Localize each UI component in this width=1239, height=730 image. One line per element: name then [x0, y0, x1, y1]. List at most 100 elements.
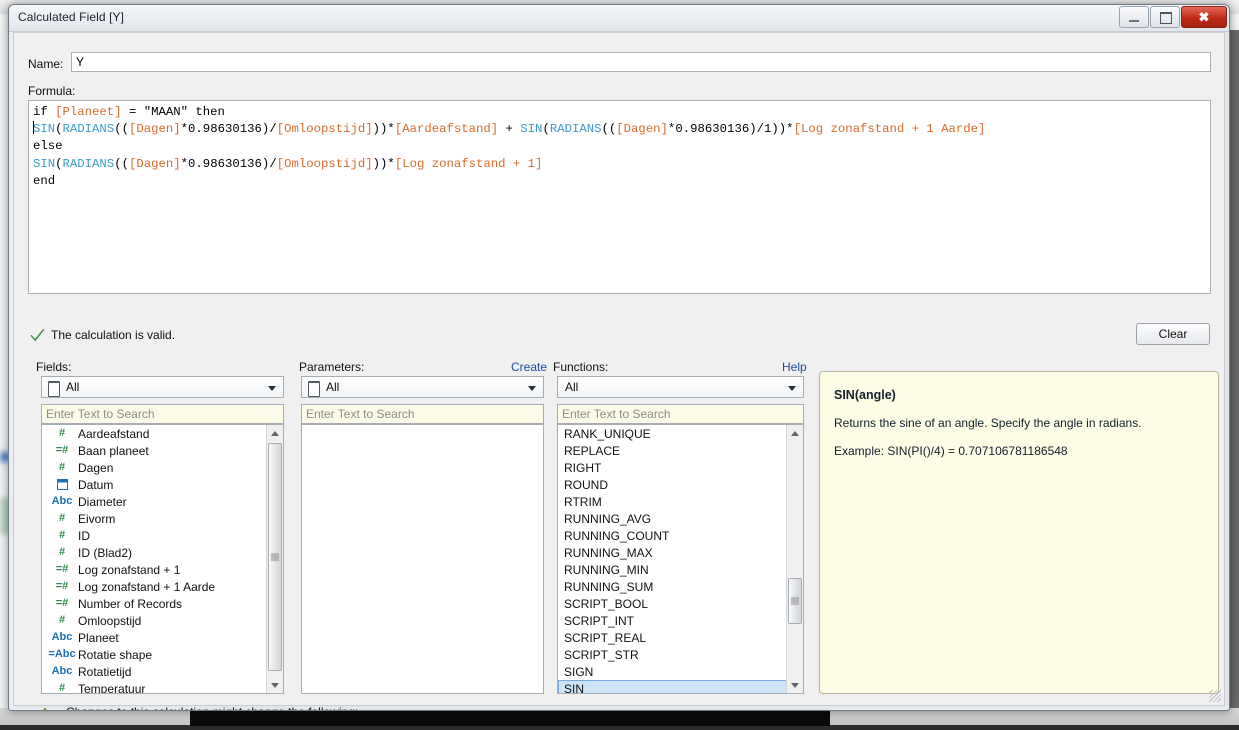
dependency-warning-text: Changes to this calculation might change…: [66, 705, 358, 710]
fields-list-item[interactable]: =# Log zonafstand + 1 Aarde: [42, 578, 267, 595]
functions-list-item[interactable]: RANK_UNIQUE: [558, 425, 787, 442]
functions-list-item[interactable]: SCRIPT_INT: [558, 612, 787, 629]
fields-list-item-label: Dagen: [78, 460, 114, 475]
fields-list-item[interactable]: Abc Rotatietijd: [42, 663, 267, 680]
fields-list-item[interactable]: Abc Diameter: [42, 493, 267, 510]
fields-list-item-label: Baan planeet: [78, 443, 149, 458]
functions-filter-dropdown[interactable]: All: [557, 376, 804, 398]
fields-search-input[interactable]: [41, 404, 284, 424]
fields-list-item-label: Log zonafstand + 1: [78, 562, 181, 577]
fields-filter-dropdown[interactable]: All: [41, 376, 284, 398]
fields-list-item-label: Rotatie shape: [78, 647, 153, 662]
fields-list-item[interactable]: =Abc Rotatie shape: [42, 646, 267, 663]
functions-list-item-label: SCRIPT_BOOL: [564, 596, 649, 611]
functions-list-item[interactable]: SCRIPT_BOOL: [558, 595, 787, 612]
number-icon: #: [58, 461, 66, 473]
fields-list-item[interactable]: =# Number of Records: [42, 595, 267, 612]
name-label: Name:: [28, 57, 64, 71]
functions-list-item[interactable]: RUNNING_MAX: [558, 544, 787, 561]
functions-list-item-label: RANK_UNIQUE: [564, 426, 651, 441]
close-icon: ✖: [1198, 9, 1210, 25]
fields-list-item[interactable]: # Eivorm: [42, 510, 267, 527]
fields-list-item[interactable]: # ID (Blad2): [42, 544, 267, 561]
fields-list-item[interactable]: # Dagen: [42, 459, 267, 476]
scroll-up-icon[interactable]: [267, 425, 283, 441]
dialog-titlebar[interactable]: Calculated Field [Y] ✖: [9, 5, 1229, 32]
minimize-button[interactable]: [1119, 6, 1149, 28]
number-icon: #: [58, 529, 66, 541]
functions-list-item[interactable]: SCRIPT_REAL: [558, 629, 787, 646]
function-help-description: Returns the sine of an angle. Specify th…: [834, 416, 1142, 430]
fields-list-item[interactable]: # ID: [42, 527, 267, 544]
functions-list-item[interactable]: REPLACE: [558, 442, 787, 459]
clear-button[interactable]: Clear: [1136, 323, 1210, 345]
fields-list-item-label: Log zonafstand + 1 Aarde: [78, 579, 216, 594]
calculated-number-icon: =#: [55, 597, 69, 609]
functions-list-item-selected[interactable]: SIN: [558, 680, 787, 693]
validation-row: The calculation is valid.: [30, 328, 175, 342]
fields-list[interactable]: # Aardeafstand =# Baan planeet # Dagen Datum Ab…: [41, 424, 284, 694]
functions-list-item[interactable]: ROUND: [558, 476, 787, 493]
fields-list-item[interactable]: # Aardeafstand: [42, 425, 267, 442]
functions-list-item[interactable]: RUNNING_AVG: [558, 510, 787, 527]
parameters-list[interactable]: [301, 424, 544, 694]
fields-list-item-label: Diameter: [78, 494, 127, 509]
scrollbar-thumb[interactable]: [788, 578, 802, 624]
fields-list-item[interactable]: =# Baan planeet: [42, 442, 267, 459]
string-icon: Abc: [51, 665, 73, 677]
functions-list-item[interactable]: RTRIM: [558, 493, 787, 510]
functions-list-item[interactable]: RUNNING_COUNT: [558, 527, 787, 544]
fields-list-item[interactable]: # Temperatuur: [42, 680, 267, 694]
functions-list-item[interactable]: SIGN: [558, 663, 787, 680]
create-parameter-link[interactable]: Create: [511, 360, 547, 374]
function-help-title: SIN(angle): [834, 388, 896, 402]
fields-list-item[interactable]: =# Log zonafstand + 1: [42, 561, 267, 578]
name-input[interactable]: [71, 52, 1211, 72]
fields-list-item-label: Aardeafstand: [78, 426, 150, 441]
fields-list-item[interactable]: Datum: [42, 476, 267, 493]
functions-list-item[interactable]: RIGHT: [558, 459, 787, 476]
functions-list-item[interactable]: RUNNING_MIN: [558, 561, 787, 578]
formula-code: if [Planeet] = "MAAN" then SIN(RADIANS((…: [33, 105, 986, 188]
fields-list-item-label: Number of Records: [78, 596, 183, 611]
window-controls: ✖: [1118, 6, 1227, 28]
functions-list-scrollbar[interactable]: [786, 425, 803, 693]
function-help-example: Example: SIN(PI()/4) = 0.707106781186548: [834, 444, 1068, 458]
maximize-button[interactable]: [1150, 6, 1180, 28]
chevron-down-icon: [788, 386, 796, 391]
functions-list[interactable]: RANK_UNIQUE REPLACE RIGHT ROUND RTRIM RUNNING…: [557, 424, 804, 694]
functions-filter-value: All: [565, 380, 579, 394]
scroll-down-icon[interactable]: [267, 677, 283, 693]
close-button[interactable]: ✖: [1181, 6, 1227, 28]
number-icon: #: [58, 614, 66, 626]
parameters-filter-dropdown[interactable]: All: [301, 376, 544, 398]
fields-list-item-label: ID (Blad2): [78, 545, 133, 560]
string-icon: Abc: [51, 631, 73, 643]
help-link[interactable]: Help: [782, 360, 807, 374]
formula-editor[interactable]: if [Planeet] = "MAAN" then SIN(RADIANS((…: [28, 100, 1211, 294]
fields-list-item[interactable]: # Omloopstijd: [42, 612, 267, 629]
functions-list-item[interactable]: SCRIPT_STR: [558, 646, 787, 663]
scrollbar-thumb[interactable]: [268, 443, 282, 671]
parameters-label: Parameters:: [299, 360, 365, 374]
green-check-icon: [30, 328, 45, 342]
scroll-up-icon[interactable]: [787, 425, 803, 441]
number-icon: #: [58, 546, 66, 558]
scroll-down-icon[interactable]: [787, 677, 803, 693]
fields-label: Fields:: [36, 360, 72, 374]
chevron-down-icon: [528, 386, 536, 391]
fields-list-scrollbar[interactable]: [266, 425, 283, 693]
functions-list-item[interactable]: RUNNING_SUM: [558, 578, 787, 595]
calculated-number-icon: =#: [55, 444, 69, 456]
fields-list-items: # Aardeafstand =# Baan planeet # Dagen Datum Ab…: [42, 425, 267, 694]
functions-list-item-label: RUNNING_MAX: [564, 545, 653, 560]
functions-list-item-label: SCRIPT_STR: [564, 647, 639, 662]
functions-search-input[interactable]: [557, 404, 804, 424]
parameters-search-input[interactable]: [301, 404, 544, 424]
fields-list-item[interactable]: Abc Planeet: [42, 629, 267, 646]
dependency-warning: Changes to this calculation might change…: [32, 705, 358, 710]
fields-list-item-label: Temperatuur: [78, 681, 146, 694]
resize-grip[interactable]: [1209, 690, 1221, 702]
maximize-icon: [1160, 12, 1172, 24]
date-icon: [48, 478, 76, 492]
